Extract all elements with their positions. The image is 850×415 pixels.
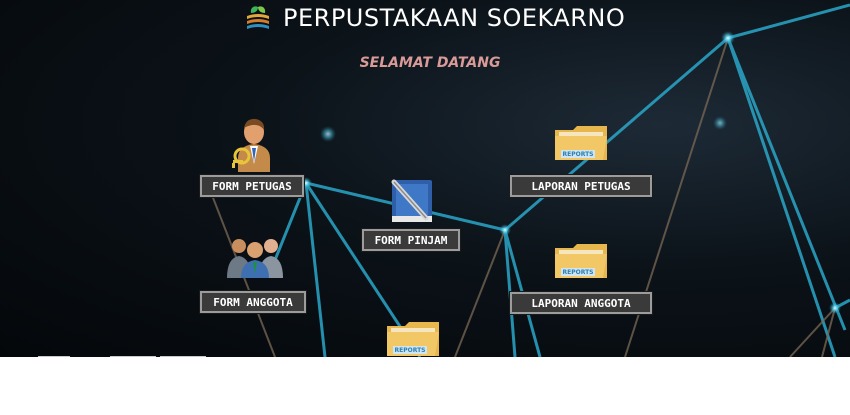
main-window: PERPUSTAKAAN SOEKARNO SELAMAT DATANG FOR…	[0, 0, 850, 357]
officer-key-icon[interactable]	[230, 114, 278, 172]
divider	[110, 356, 156, 357]
reports-label: REPORTS	[562, 151, 594, 158]
reports-folder-icon[interactable]: REPORTS	[385, 320, 441, 357]
page-title: PERPUSTAKAAN SOEKARNO	[283, 4, 626, 32]
reports-label: REPORTS	[562, 269, 594, 276]
form-pinjam-button[interactable]: FORM PINJAM	[361, 228, 461, 252]
reports-label: REPORTS	[394, 347, 426, 354]
app-header: PERPUSTAKAAN SOEKARNO	[243, 2, 625, 34]
reports-folder-icon[interactable]: REPORTS	[553, 124, 609, 162]
book-leaf-logo-icon	[247, 6, 269, 29]
reports-folder-icon[interactable]: REPORTS	[553, 242, 609, 280]
divider	[38, 356, 70, 357]
members-group-icon[interactable]	[225, 236, 285, 278]
divider	[160, 356, 206, 357]
laporan-petugas-button[interactable]: LAPORAN PETUGAS	[509, 174, 653, 198]
notebook-pen-icon[interactable]	[388, 176, 438, 226]
form-anggota-button[interactable]: FORM ANGGOTA	[199, 290, 307, 314]
form-petugas-button[interactable]: FORM PETUGAS	[199, 174, 305, 198]
laporan-anggota-button[interactable]: LAPORAN ANGGOTA	[509, 291, 653, 315]
welcome-text: SELAMAT DATANG	[359, 55, 501, 71]
